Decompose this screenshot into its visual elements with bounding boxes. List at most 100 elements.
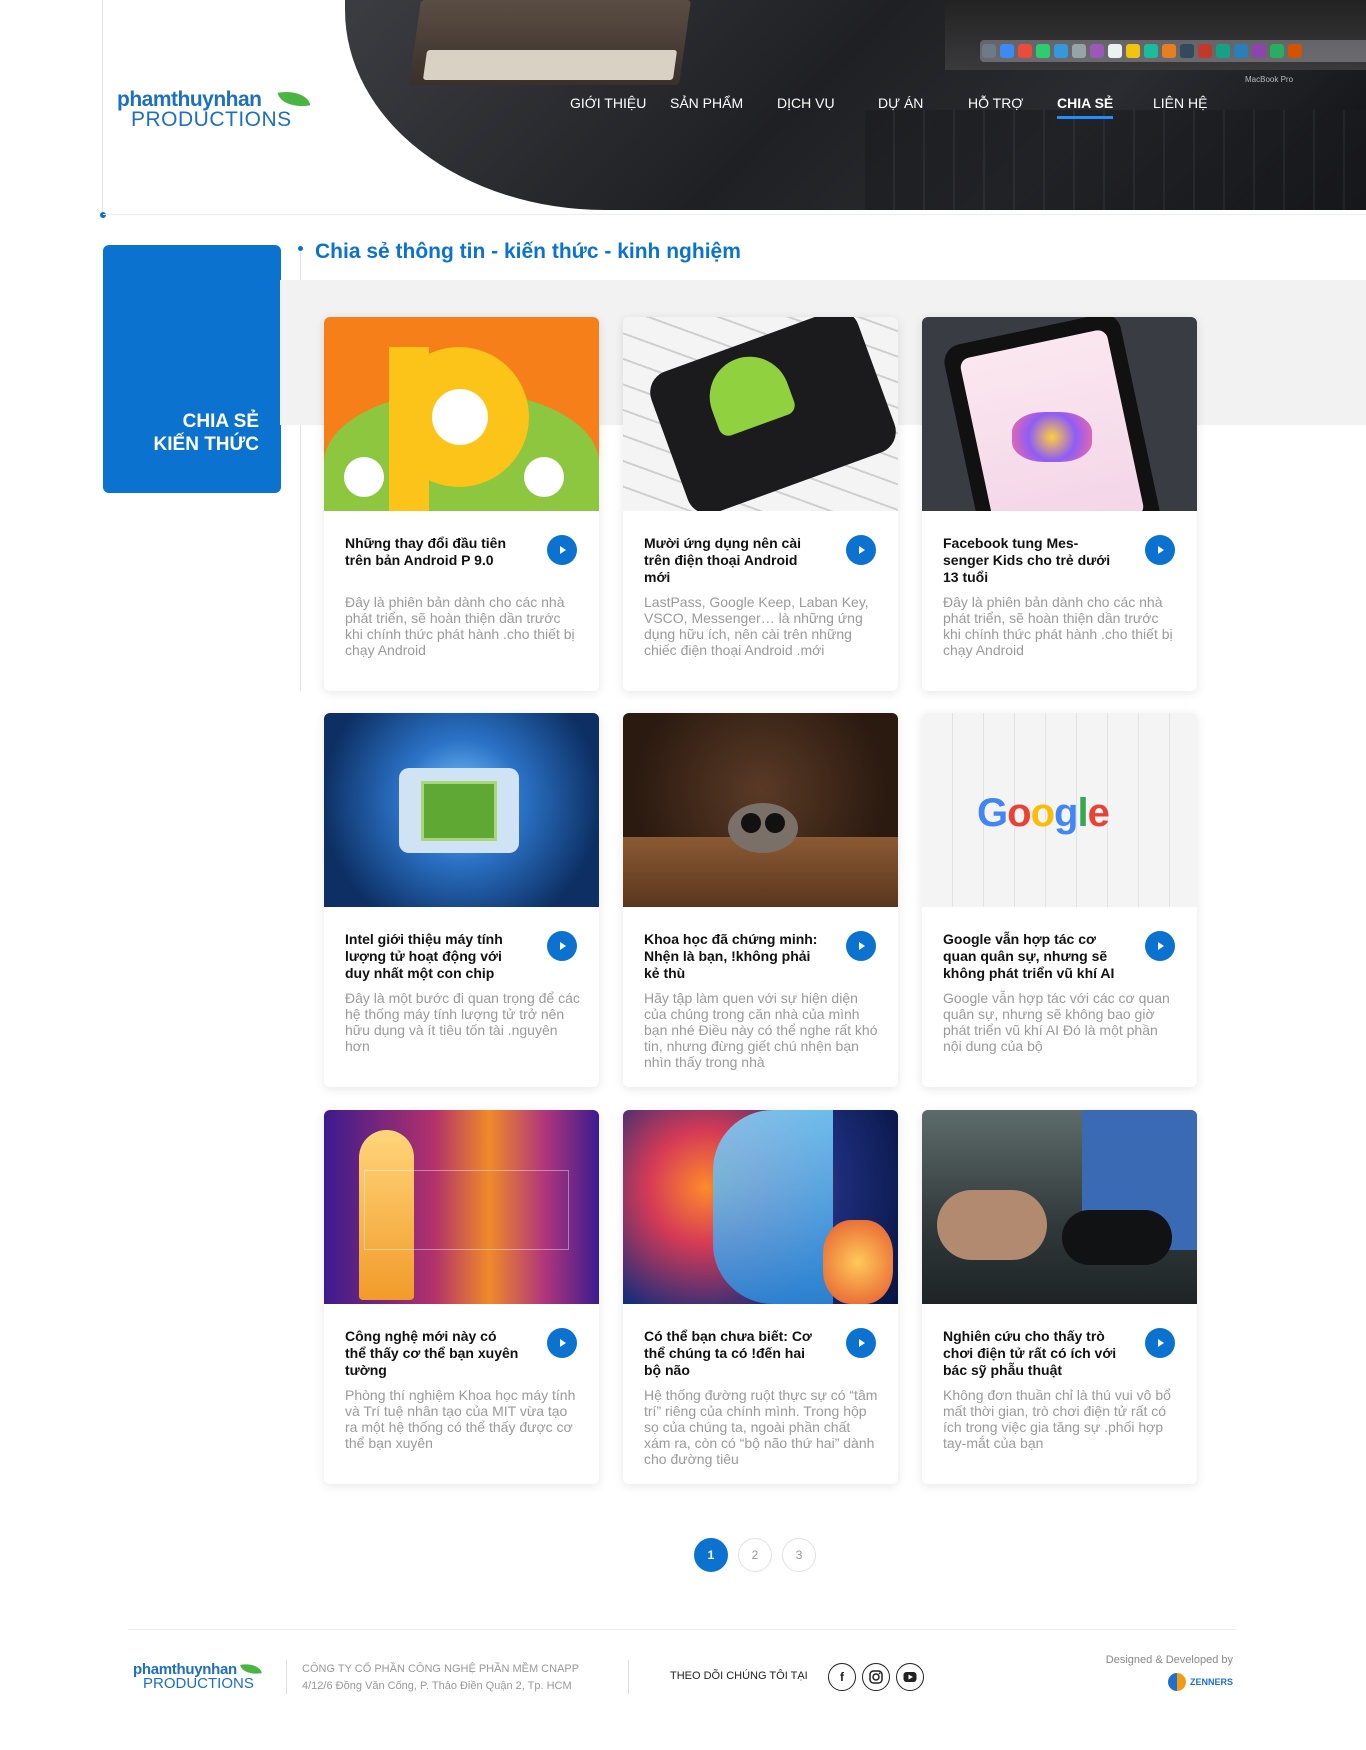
footer-address: 4/12/6 Đồng Văn Cống, P. Thảo Điền Quận … bbox=[302, 1680, 572, 1692]
footer-divider bbox=[128, 1629, 1236, 1630]
page-title: Chia sẻ thông tin - kiến thức - kinh ngh… bbox=[315, 240, 741, 263]
developer-name: ZENNERS bbox=[1189, 1677, 1233, 1687]
article-desc: Phòng thí nghiệm Khoa học máy tính và Tr… bbox=[345, 1387, 576, 1451]
nav-item-ho-tro[interactable]: HỖ TRỢ bbox=[968, 95, 1023, 111]
page-2-button[interactable]: 2 bbox=[738, 1538, 772, 1572]
messenger-kids-image[interactable] bbox=[922, 317, 1197, 511]
arrow-right-icon[interactable] bbox=[846, 931, 876, 961]
article-card[interactable]: Mười ứng dụng nên cài trên điện thoại An… bbox=[623, 317, 898, 691]
nav-item-san-pham[interactable]: SẢN PHẨM bbox=[670, 95, 743, 111]
footer-logo[interactable]: phamthuynhan PRODUCTIONS bbox=[133, 1661, 262, 1692]
arrow-right-icon[interactable] bbox=[547, 931, 577, 961]
art-shape bbox=[1062, 1210, 1172, 1265]
article-card[interactable]: Khoa học đã chứng minh: Nhện là bạn, !kh… bbox=[623, 713, 898, 1087]
article-desc: Không đơn thuần chỉ là thú vui vô bổ mất… bbox=[943, 1387, 1171, 1451]
arrow-right-icon[interactable] bbox=[1145, 535, 1175, 565]
nav-item-lien-he[interactable]: LIÊN HỆ bbox=[1153, 95, 1207, 111]
article-desc: Đây là phiên bản dành cho các nhà phát t… bbox=[943, 594, 1173, 658]
footer-designed-by: Designed & Developed by bbox=[1105, 1654, 1233, 1666]
article-desc: Hãy tập làm quen với sự hiện diện của ch… bbox=[644, 990, 878, 1070]
art-shape bbox=[937, 1190, 1047, 1260]
thermal-image[interactable] bbox=[324, 1110, 599, 1304]
category-line1: CHIA SẺ bbox=[182, 411, 259, 432]
gamepad-image[interactable] bbox=[922, 1110, 1197, 1304]
article-title[interactable]: Khoa học đã chứng minh: Nhện là bạn, !kh… bbox=[644, 931, 819, 982]
footer-follow-label: THEO DÕI CHÚNG TÔI TẠI bbox=[670, 1670, 808, 1682]
nav-item-du-an[interactable]: DỰ ÁN bbox=[878, 95, 923, 111]
art-shape bbox=[713, 1110, 833, 1304]
android-pie-image[interactable] bbox=[324, 317, 599, 511]
facebook-icon[interactable]: f bbox=[828, 1663, 856, 1691]
article-desc: Đây là phiên bản dành cho các nhà phát t… bbox=[345, 594, 575, 658]
pagination: 1 2 3 bbox=[694, 1538, 816, 1572]
brain-image[interactable] bbox=[623, 1110, 898, 1304]
article-desc: Google vẫn hợp tác với các cơ quan quân … bbox=[943, 990, 1170, 1054]
article-card[interactable]: Những thay đổi đầu tiên trên bản Android… bbox=[324, 317, 599, 691]
google-wordmark: Google bbox=[977, 791, 1110, 835]
article-title[interactable]: Mười ứng dụng nên cài trên điện thoại An… bbox=[644, 535, 819, 586]
chip-image[interactable] bbox=[324, 713, 599, 907]
instagram-icon[interactable] bbox=[862, 1663, 890, 1691]
article-desc: Đây là một bước đi quan trọng để các hệ … bbox=[345, 990, 580, 1054]
page-3-button[interactable]: 3 bbox=[782, 1538, 816, 1572]
nav-item-gioi-thieu[interactable]: GIỚI THIỆU bbox=[570, 95, 646, 111]
art-shape bbox=[1012, 412, 1092, 462]
article-card[interactable]: Facebook tung Mes-senger Kids cho trẻ dư… bbox=[922, 317, 1197, 691]
footer-logo-line2: PRODUCTIONS bbox=[143, 1675, 254, 1692]
article-card[interactable]: Có thể bạn chưa biết: Cơ thể chúng ta có… bbox=[623, 1110, 898, 1484]
article-title[interactable]: Google vẫn hợp tác cơ quan quân sự, nhưn… bbox=[943, 931, 1118, 982]
category-box: CHIA SẺ KIẾN THỨC bbox=[103, 245, 281, 493]
art-shape bbox=[728, 803, 798, 853]
zenners-logo-icon bbox=[1167, 1673, 1186, 1691]
nav-item-dich-vu[interactable]: DỊCH VỤ bbox=[777, 95, 835, 111]
footer-separator bbox=[286, 1660, 287, 1694]
google-image[interactable]: Google bbox=[922, 713, 1197, 907]
footer-separator bbox=[628, 1660, 629, 1694]
art-shape bbox=[421, 781, 497, 841]
developer-logo[interactable]: ZENNERS bbox=[1167, 1673, 1233, 1691]
art-shape bbox=[344, 457, 384, 497]
youtube-icon[interactable] bbox=[896, 1663, 924, 1691]
article-title[interactable]: Công nghệ mới này có thể thấy cơ thể bạn… bbox=[345, 1328, 520, 1379]
article-title[interactable]: Facebook tung Mes-senger Kids cho trẻ dư… bbox=[943, 535, 1118, 586]
hero-book-pages bbox=[422, 50, 678, 80]
arrow-right-icon[interactable] bbox=[846, 1328, 876, 1358]
category-line2: KIẾN THỨC bbox=[153, 434, 259, 455]
page-1-button[interactable]: 1 bbox=[694, 1538, 728, 1572]
article-card[interactable]: Google Google vẫn hợp tác cơ quan quân s… bbox=[922, 713, 1197, 1087]
hero-dock bbox=[980, 40, 1366, 62]
site-logo[interactable]: phamthuynhan PRODUCTIONS bbox=[117, 87, 311, 132]
nav-item-chia-se[interactable]: CHIA SẺ bbox=[1057, 95, 1114, 119]
header-hero-image: MacBook Pro bbox=[345, 0, 1366, 210]
footer-company-info: CÔNG TY CỔ PHẦN CÔNG NGHỆ PHẦN MỀM CNAPP… bbox=[302, 1661, 579, 1695]
art-shape bbox=[432, 389, 488, 445]
arrow-right-icon[interactable] bbox=[547, 1328, 577, 1358]
article-card[interactable]: Nghiên cứu cho thấy trò chơi điện tử rất… bbox=[922, 1110, 1197, 1484]
decor-vertical-line bbox=[102, 0, 103, 212]
article-desc: Hệ thống đường ruột thực sự có “tâm trí”… bbox=[644, 1387, 878, 1467]
arrow-right-icon[interactable] bbox=[846, 535, 876, 565]
article-title[interactable]: Có thể bạn chưa biết: Cơ thể chúng ta có… bbox=[644, 1328, 819, 1379]
footer-company-name: CÔNG TY CỔ PHẦN CÔNG NGHỆ PHẦN MỀM CNAPP bbox=[302, 1663, 580, 1675]
arrow-right-icon[interactable] bbox=[547, 535, 577, 565]
spider-image[interactable] bbox=[623, 713, 898, 907]
logo-line2: PRODUCTIONS bbox=[131, 108, 292, 131]
article-title[interactable]: Intel giới thiệu máy tính lượng tử hoạt … bbox=[345, 931, 520, 982]
article-desc: LastPass, Google Keep, Laban Key, VSCO, … bbox=[644, 594, 869, 658]
article-title[interactable]: Nghiên cứu cho thấy trò chơi điện tử rất… bbox=[943, 1328, 1118, 1379]
category-box-label: CHIA SẺ KIẾN THỨC bbox=[154, 410, 259, 456]
article-card[interactable]: Intel giới thiệu máy tính lượng tử hoạt … bbox=[324, 713, 599, 1087]
art-shape bbox=[364, 1170, 569, 1250]
article-card[interactable]: Công nghệ mới này có thể thấy cơ thể bạn… bbox=[324, 1110, 599, 1484]
article-title[interactable]: Những thay đổi đầu tiên trên bản Android… bbox=[345, 535, 520, 569]
art-shape bbox=[823, 1220, 893, 1304]
art-shape bbox=[741, 813, 761, 833]
arrow-right-icon[interactable] bbox=[1145, 1328, 1175, 1358]
arrow-right-icon[interactable] bbox=[1145, 931, 1175, 961]
android-phone-image[interactable] bbox=[623, 317, 898, 511]
header-divider bbox=[103, 214, 1366, 215]
art-shape bbox=[389, 347, 429, 511]
hero-keyboard bbox=[865, 110, 1366, 210]
page: MacBook Pro phamthuynhan PRODUCTIONS GIỚ… bbox=[0, 0, 1366, 1750]
art-shape bbox=[765, 813, 785, 833]
